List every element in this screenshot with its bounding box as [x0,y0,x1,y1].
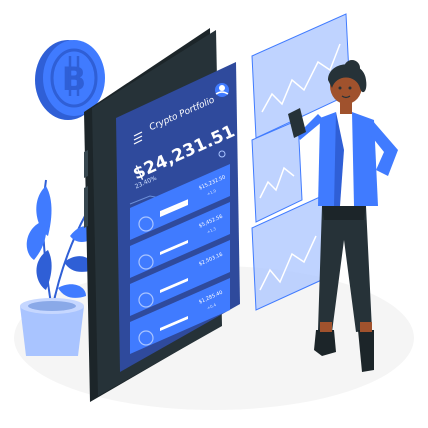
crypto-portfolio-illustration: B [14,13,414,410]
svg-text:B: B [62,60,86,98]
